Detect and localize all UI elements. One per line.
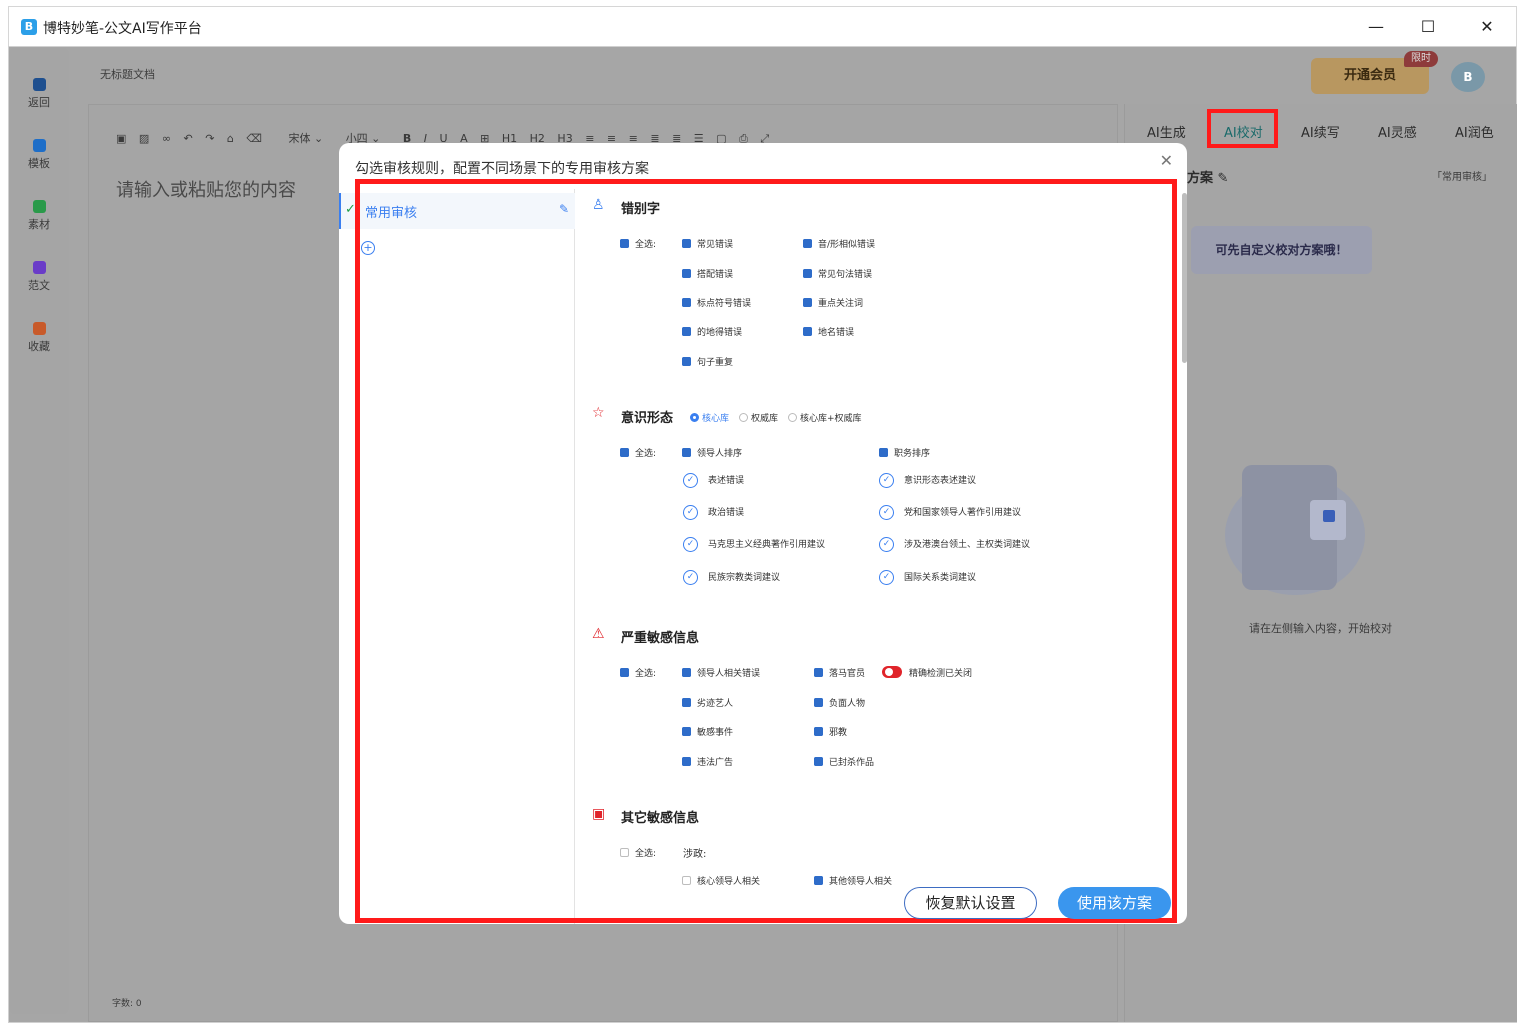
sidebar-item-favorite[interactable]: 收藏 bbox=[9, 322, 69, 354]
close-icon[interactable]: ✕ bbox=[1160, 151, 1173, 170]
undo-icon[interactable]: ↶ bbox=[183, 132, 192, 145]
insert-table-icon[interactable]: ▣ bbox=[116, 132, 126, 145]
eraser-icon[interactable]: ⌫ bbox=[246, 132, 262, 145]
sample-icon bbox=[32, 261, 46, 274]
link-icon[interactable]: ∞ bbox=[162, 132, 171, 145]
material-icon bbox=[32, 200, 46, 213]
scheme-label-text: 方案 bbox=[1187, 171, 1214, 186]
restore-default-button[interactable]: 恢复默认设置 bbox=[904, 887, 1037, 919]
word-count: 字数: 0 bbox=[112, 999, 142, 1009]
scheme-current: 「常用审核」 bbox=[1432, 172, 1492, 183]
custom-scheme-tip[interactable]: 可先自定义校对方案哦！ bbox=[1191, 226, 1372, 274]
minimize-button[interactable]: — bbox=[1356, 13, 1396, 41]
insert-image-icon[interactable]: ▨ bbox=[139, 132, 149, 145]
sidebar-item-material[interactable]: 素材 bbox=[9, 200, 69, 232]
tab-ai-polish[interactable]: AI润色 bbox=[1455, 122, 1494, 141]
title-bar: B 博特妙笔-公文AI写作平台 — ☐ ✕ bbox=[8, 6, 1517, 46]
dialog-title: 勾选审核规则，配置不同场景下的专用审核方案 bbox=[355, 161, 649, 177]
font-family-select[interactable]: 宋体 ⌄ bbox=[288, 130, 323, 146]
scrollbar[interactable] bbox=[1182, 193, 1187, 363]
favorite-icon bbox=[32, 322, 46, 335]
sidebar-item-label: 模板 bbox=[28, 157, 50, 170]
sidebar-item-label: 素材 bbox=[28, 218, 50, 231]
scheme-label[interactable]: 方案 ✎ bbox=[1187, 167, 1228, 186]
maximize-button[interactable]: ☐ bbox=[1408, 13, 1448, 41]
avatar[interactable]: B bbox=[1451, 62, 1485, 92]
sidebar-item-label: 收藏 bbox=[28, 340, 50, 353]
sidebar-item-sample[interactable]: 范文 bbox=[9, 261, 69, 293]
tab-ai-continue[interactable]: AI续写 bbox=[1301, 122, 1340, 141]
left-sidebar: 返回 模板 素材 范文 收藏 bbox=[9, 48, 69, 1014]
empty-state-illustration bbox=[1225, 465, 1365, 595]
home-icon bbox=[32, 78, 46, 91]
sidebar-item-label: 范文 bbox=[28, 279, 50, 292]
sidebar-item-back[interactable]: 返回 bbox=[9, 78, 69, 110]
redo-icon[interactable]: ↷ bbox=[205, 132, 214, 145]
tab-ai-inspire[interactable]: AI灵感 bbox=[1378, 122, 1417, 141]
edit-scheme-icon[interactable]: ✎ bbox=[1218, 171, 1229, 186]
empty-state-text: 请在左侧输入内容，开始校对 bbox=[1249, 622, 1392, 635]
sidebar-item-template[interactable]: 模板 bbox=[9, 139, 69, 171]
editor-placeholder[interactable]: 请输入或粘贴您的内容 bbox=[116, 176, 296, 202]
app-logo-icon: B bbox=[21, 19, 37, 35]
proofread-rules-dialog: 勾选审核规则，配置不同场景下的专用审核方案 ✕ ✓ 常用审核 ✎ + ♙ 错别字… bbox=[339, 143, 1187, 924]
window-title: 博特妙笔-公文AI写作平台 bbox=[43, 21, 202, 37]
format-painter-icon[interactable]: ⌂ bbox=[227, 132, 234, 145]
template-icon bbox=[32, 139, 46, 152]
close-window-button[interactable]: ✕ bbox=[1467, 13, 1507, 41]
use-scheme-button[interactable]: 使用该方案 bbox=[1058, 887, 1171, 919]
tab-ai-generate[interactable]: AI生成 bbox=[1147, 122, 1186, 141]
active-tab-highlight bbox=[1207, 109, 1278, 148]
highlight-frame bbox=[355, 179, 1177, 923]
sidebar-item-label: 返回 bbox=[28, 96, 50, 109]
limited-badge: 限时 bbox=[1404, 51, 1438, 67]
document-title[interactable]: 无标题文档 bbox=[100, 66, 155, 82]
